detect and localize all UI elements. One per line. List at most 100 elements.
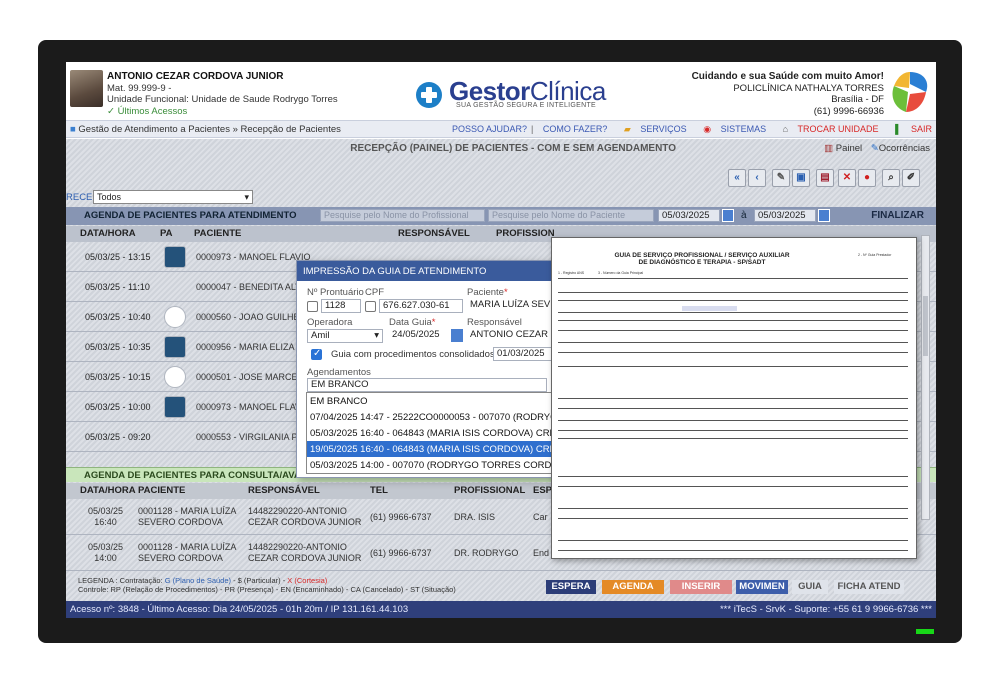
scroll-thumb[interactable] [923, 296, 928, 356]
save-icon[interactable]: ▤ [816, 169, 834, 187]
nav-separator: | [530, 124, 534, 134]
ocorrencias-link[interactable]: ✎Ocorrências [871, 143, 930, 154]
prev-icon[interactable]: ‹ [748, 169, 766, 187]
calendar-icon[interactable] [451, 329, 463, 342]
systems-icon: ◉ [703, 124, 712, 134]
consulta-title: AGENDA DE PACIENTES PARA CONSULTA/AVALI [84, 470, 310, 481]
search-icon[interactable]: ⌕ [882, 169, 900, 187]
clinic-info: Cuidando e sua Saúde com muito Amor! POL… [692, 71, 884, 117]
ficha-button[interactable]: FICHA ATEND [834, 580, 904, 594]
help-link[interactable]: POSSO AJUDAR? [452, 124, 527, 134]
movimen-button[interactable]: MOVIMEN [736, 580, 788, 594]
page-icon[interactable]: ▣ [792, 169, 810, 187]
guide-number: 2 - Nº Guia Prestador [858, 253, 892, 257]
patient-type-icon [164, 246, 186, 268]
legend: LEGENDA : Contratação: G (Plano de Saúde… [78, 576, 456, 594]
support-info: *** iTecS - SrvK - Suporte: +55 61 9 996… [719, 604, 932, 615]
col-datetime: DATA/HORA [80, 485, 136, 496]
main-guide-number: 3 - Número da Guia Principal [598, 271, 644, 275]
access-info: Acesso nº: 3848 - Último Acesso: Dia 24/… [70, 604, 409, 615]
top-nav: ■ Gestão de Atendimento a Pacientes » Re… [66, 120, 936, 138]
panel-links: ▥ Painel ✎Ocorrências [824, 143, 930, 154]
chevron-down-icon: ▾ [244, 192, 249, 202]
lbl-paciente: Paciente* [467, 287, 508, 298]
prontuario-field[interactable]: 1128 [321, 299, 361, 313]
chevron-down-icon: ▾ [374, 330, 379, 341]
folder-icon: ▰ [623, 124, 631, 134]
inserir-button[interactable]: INSERIR [670, 580, 732, 594]
col-specialty: ESP [533, 485, 553, 496]
consolidated-checkbox[interactable] [311, 348, 322, 360]
ans-register: 1 - Registro ANS [558, 271, 585, 275]
calendar-icon[interactable] [722, 209, 734, 222]
services-link[interactable]: ▰ SERVIÇOS [617, 124, 687, 134]
tools-icon: ✎ [870, 143, 879, 154]
col-responsible: RESPONSÁVEL [248, 485, 320, 496]
cpf-checkbox[interactable] [365, 301, 376, 312]
date-to-input[interactable]: 05/03/2025 [754, 209, 816, 222]
user-mat: Mat. 99.999-9 - [107, 83, 172, 94]
espera-button[interactable]: ESPERA [546, 580, 596, 594]
panel-link[interactable]: ▥ Painel [824, 143, 862, 154]
chart-icon: ▥ [824, 143, 834, 154]
nav-links: POSSO AJUDAR? | COMO FAZER? ▰ SERVIÇOS ◉ … [445, 124, 932, 135]
wheelchair-icon [164, 366, 186, 388]
guide-title: GUIA DE SERVIÇO PROFISSIONAL / SERVIÇO A… [614, 252, 790, 266]
clinic-slogan: Cuidando e sua Saúde com muito Amor! [691, 71, 884, 82]
home-icon: ⌂ [782, 124, 789, 134]
patient-type-icon [164, 306, 186, 328]
clinic-phone: (61) 9996-66936 [813, 105, 884, 117]
sadt-guide-preview: GUIA DE SERVIÇO PROFISSIONAL / SERVIÇO A… [551, 237, 917, 559]
recepcao-select[interactable]: Todos ▾ [93, 190, 253, 204]
col-datetime: DATA/HORA [80, 228, 136, 239]
responsible-field[interactable]: ANTONIO CEZAR CORDOVA [467, 329, 557, 343]
last-access-link[interactable]: ✓ Últimos Acessos [107, 106, 187, 117]
edit-icon[interactable]: ✎ [772, 169, 790, 187]
scrollbar[interactable] [921, 235, 930, 520]
breadcrumb: ■ Gestão de Atendimento a Pacientes » Re… [70, 124, 341, 135]
exit-link[interactable]: ▌ SAIR [888, 124, 932, 134]
logo-tagline: SUA GESTÃO SEGURA E INTELIGENTE [456, 102, 596, 109]
patient-type-icon [164, 336, 186, 358]
systems-link[interactable]: ◉ SISTEMAS [696, 124, 766, 134]
guia-button[interactable]: GUIA [792, 580, 828, 594]
col-patient: PACIENTE [138, 485, 186, 496]
agenda-button[interactable]: AGENDA [602, 580, 664, 594]
patient-field[interactable]: MARIA LUÍZA SEVERO CORDOVA [467, 299, 557, 313]
dialog-title: IMPRESSÃO DA GUIA DE ATENDIMENTO [297, 261, 559, 281]
finalize-button[interactable]: FINALIZAR [871, 210, 924, 221]
date-from-input[interactable]: 05/03/2025 [658, 209, 720, 222]
prontuario-checkbox[interactable] [307, 301, 318, 312]
date-guide-field[interactable]: 24/05/2025 [389, 329, 449, 343]
operadora-select[interactable]: Amil ▾ [307, 329, 383, 343]
cpf-field[interactable]: 676.627.030-61 [379, 299, 463, 313]
calendar-icon[interactable] [818, 209, 830, 222]
lbl-data-guia: Data Guia* [389, 317, 436, 328]
screen: ANTONIO CEZAR CORDOVA JUNIOR Mat. 99.999… [66, 62, 936, 618]
col-pa: PA [160, 228, 173, 239]
user-unit: Unidade Funcional: Unidade de Saude Rodr… [107, 94, 338, 105]
first-icon[interactable]: « [728, 169, 746, 187]
power-led [916, 629, 934, 634]
lbl-agendamentos: Agendamentos [307, 367, 371, 378]
col-tel: TEL [370, 485, 388, 496]
exit-icon: ▌ [895, 124, 902, 134]
how-to-link[interactable]: COMO FAZER? [543, 124, 608, 134]
agendamentos-select[interactable]: EM BRANCO [307, 378, 547, 392]
professional-search-input[interactable]: Pesquise pelo Nome do Profissional [320, 209, 485, 222]
clinic-logo-icon [892, 72, 928, 112]
date-range-sep: à [741, 210, 747, 221]
patient-search-input[interactable]: Pesquise pelo Nome do Paciente [488, 209, 654, 222]
user-avatar [70, 70, 103, 107]
col-professional: PROFISSIONAL [454, 485, 526, 496]
status-footer: Acesso nº: 3848 - Último Acesso: Dia 24/… [66, 601, 936, 618]
page-title: RECEPÇÃO (PAINEL) DE PACIENTES - COM E S… [350, 143, 676, 154]
col-patient: PACIENTE [194, 228, 242, 239]
print-icon[interactable]: ✐ [902, 169, 920, 187]
switch-unit-link[interactable]: ⌂ TROCAR UNIDADE [776, 124, 879, 134]
delete-icon[interactable]: ● [858, 169, 876, 187]
user-name: ANTONIO CEZAR CORDOVA JUNIOR [107, 71, 284, 82]
consolidated-date-field[interactable]: 01/03/2025 [493, 347, 555, 361]
lbl-cpf: CPF [365, 287, 384, 298]
cancel-icon[interactable]: ✕ [838, 169, 856, 187]
